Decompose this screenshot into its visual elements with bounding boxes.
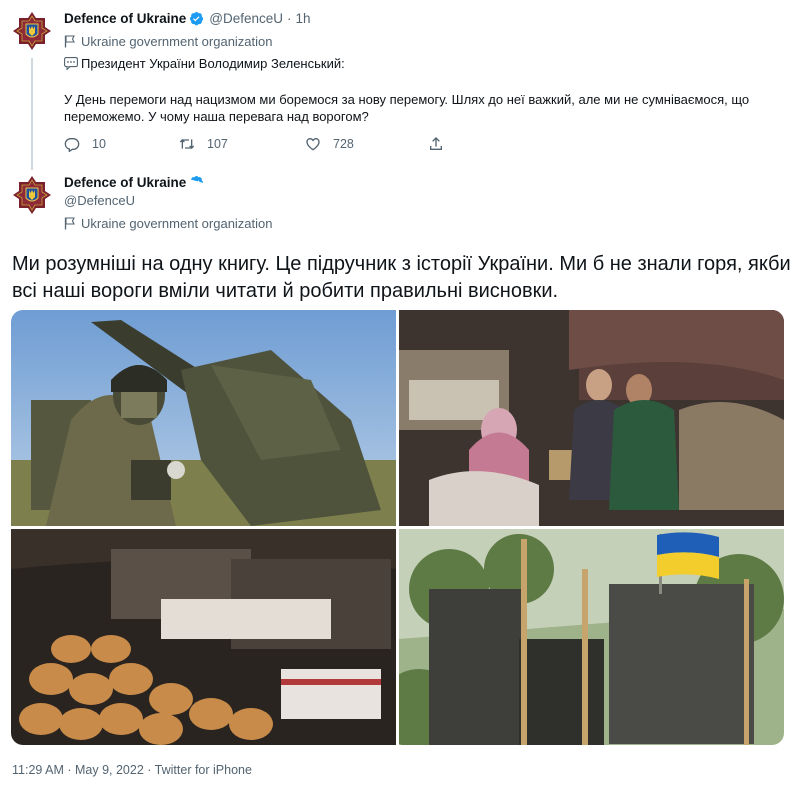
author-handle[interactable]: @DefenceU	[209, 11, 283, 26]
like-icon	[306, 137, 320, 151]
reply-icon	[64, 138, 80, 152]
flag-icon	[64, 35, 75, 48]
org-label-row: Ukraine government organization	[64, 34, 273, 49]
org-label-row: Ukraine government organization	[64, 216, 273, 231]
share-button[interactable]	[428, 136, 456, 152]
photo-bread-van[interactable]	[11, 529, 396, 745]
org-label: Ukraine government organization	[81, 216, 273, 231]
main-author-row: Defence of Ukraine	[64, 175, 204, 190]
speech-bubble-icon	[64, 57, 78, 70]
emblem-avatar-icon[interactable]	[11, 174, 53, 216]
org-label: Ukraine government organization	[81, 34, 273, 49]
photo-covered-monument[interactable]	[399, 529, 784, 745]
verified-badge-icon	[190, 12, 204, 26]
reply-count: 10	[92, 137, 106, 151]
thread-line	[31, 58, 33, 170]
reply-actions: 10 107 728	[64, 136, 454, 154]
flag-icon	[64, 217, 75, 230]
photo-family-shelter[interactable]	[399, 310, 784, 526]
retweet-button[interactable]: 107	[179, 136, 228, 152]
reply-text-body: У День перемоги над нацизмом ми боремося…	[64, 92, 750, 124]
like-count: 728	[333, 137, 354, 151]
photo-grid	[11, 310, 784, 745]
emblem-avatar-icon[interactable]	[11, 10, 53, 52]
reply-text-line1: Президент України Володимир Зеленський:	[64, 55, 624, 72]
tweet-timestamp[interactable]: 11:29 AM · May 9, 2022 · Twitter for iPh…	[12, 763, 252, 777]
reply-button[interactable]: 10	[64, 136, 106, 152]
author-name[interactable]: Defence of Ukraine	[64, 11, 186, 26]
verified-badge-icon	[191, 176, 204, 186]
main-tweet-text: Ми розумніші на одну книгу. Це підручник…	[12, 253, 791, 302]
retweet-count: 107	[207, 137, 228, 151]
reply-text-first: Президент України Володимир Зеленський:	[81, 56, 345, 71]
like-button[interactable]: 728	[305, 136, 354, 152]
separator-dot: ·	[287, 11, 292, 26]
author-handle[interactable]: @DefenceU	[64, 193, 135, 208]
photo-soldier-artillery[interactable]	[11, 310, 396, 526]
retweet-icon	[179, 139, 195, 149]
share-icon	[430, 137, 442, 150]
reply-author-row: Defence of Ukraine @DefenceU · 1h	[64, 11, 311, 26]
author-name[interactable]: Defence of Ukraine	[64, 175, 186, 190]
tweet-time[interactable]: 1h	[296, 11, 311, 26]
